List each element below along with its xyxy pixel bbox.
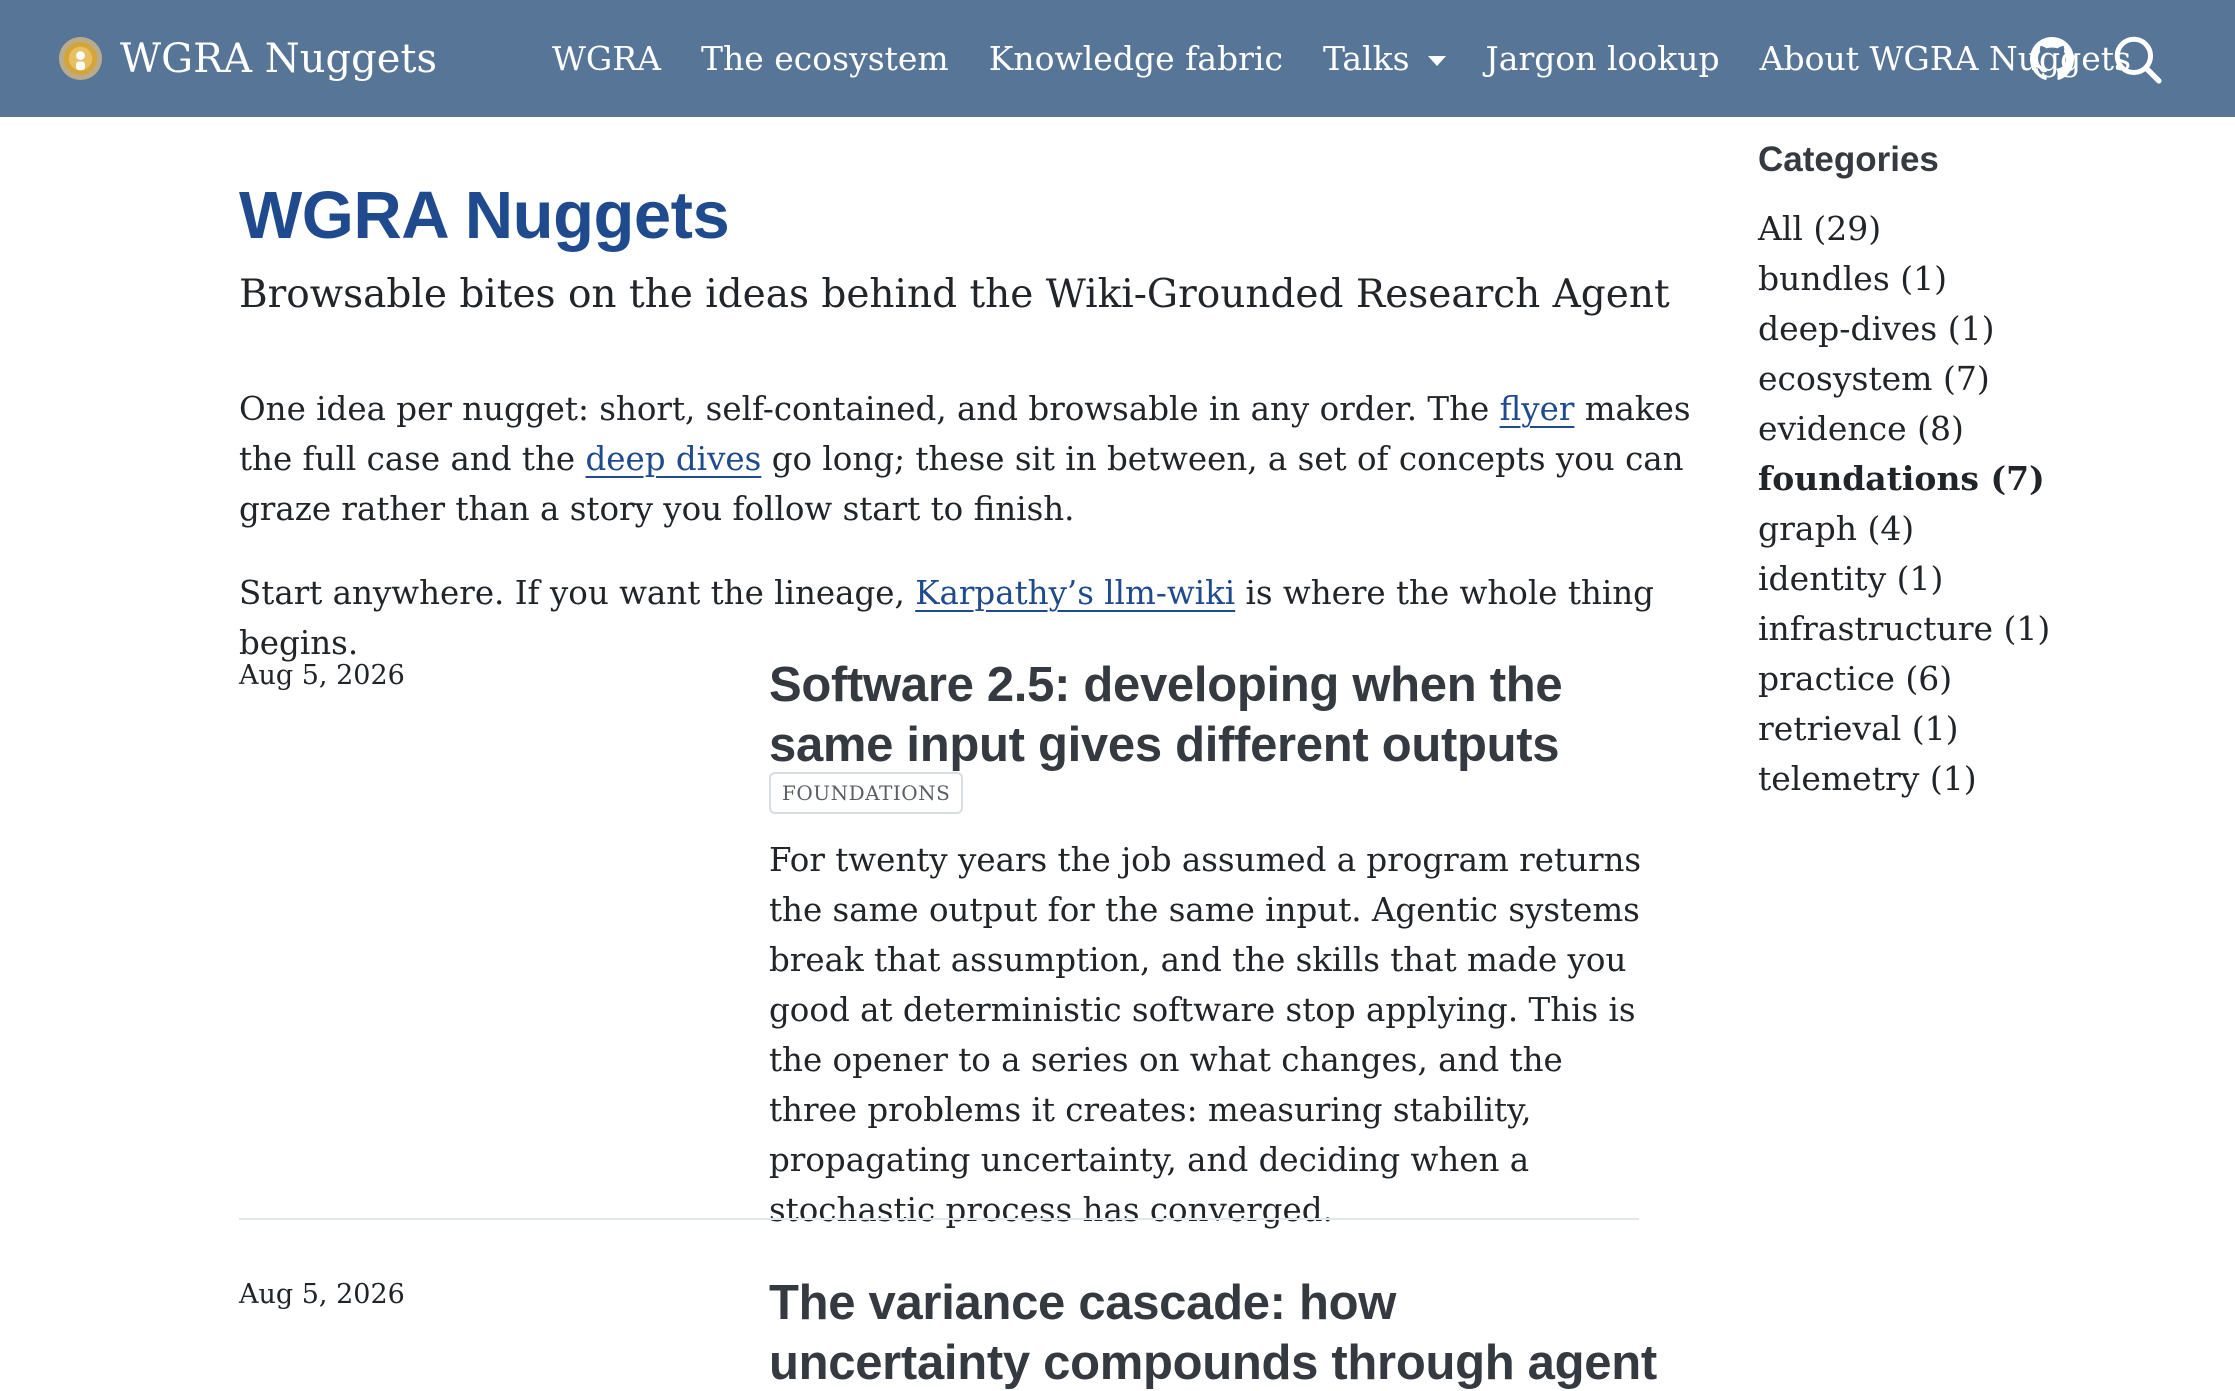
category-graph[interactable]: graph (4): [1758, 504, 2218, 554]
nav-item-jargon-lookup[interactable]: Jargon lookup: [1486, 39, 1720, 78]
page-title: WGRA Nuggets: [239, 178, 730, 253]
category-all[interactable]: All (29): [1758, 204, 2218, 254]
category-foundations[interactable]: foundations (7): [1758, 454, 2218, 504]
nav-item-knowledge-fabric[interactable]: Knowledge fabric: [989, 39, 1283, 78]
nav-item-wgra[interactable]: WGRA: [552, 39, 661, 78]
post-date: Aug 5, 2026: [239, 1279, 405, 1310]
categories-sidebar: Categories All (29) bundles (1) deep-div…: [1758, 140, 2218, 804]
post-summary: For twenty years the job assumed a progr…: [769, 841, 1642, 1229]
post-divider: [239, 1218, 1639, 1220]
wgra-logo-icon: [58, 36, 103, 81]
category-retrieval[interactable]: retrieval (1): [1758, 704, 2218, 754]
category-bundles[interactable]: bundles (1): [1758, 254, 2218, 304]
nav-item-ecosystem[interactable]: The ecosystem: [701, 39, 949, 78]
intro-text-span: Start anywhere. If you want the lineage,: [239, 574, 916, 612]
main-nav: WGRA The ecosystem Knowledge fabric Talk…: [552, 0, 2171, 117]
search-button[interactable]: [2112, 0, 2162, 117]
category-telemetry[interactable]: telemetry (1): [1758, 754, 2218, 804]
deep-dives-link[interactable]: deep dives: [585, 440, 761, 478]
github-icon: [2030, 36, 2074, 80]
category-deep-dives[interactable]: deep-dives (1): [1758, 304, 2218, 354]
category-infrastructure[interactable]: infrastructure (1): [1758, 604, 2218, 654]
post-title-link[interactable]: The variance cascade: how uncertainty co…: [769, 1273, 1669, 1391]
post-date: Aug 5, 2026: [239, 660, 405, 691]
search-icon: [2114, 36, 2162, 84]
nav-item-talks-dropdown[interactable]: Talks: [1323, 39, 1446, 78]
chevron-down-icon: [1427, 55, 1446, 66]
category-tag[interactable]: FOUNDATIONS: [769, 772, 964, 814]
flyer-link[interactable]: flyer: [1500, 390, 1575, 428]
brand-title: WGRA Nuggets: [120, 35, 438, 82]
category-evidence[interactable]: evidence (8): [1758, 404, 2218, 454]
karpathy-llm-wiki-link[interactable]: Karpathy’s llm-wiki: [915, 574, 1235, 612]
category-practice[interactable]: practice (6): [1758, 654, 2218, 704]
intro-paragraph-2: Start anywhere. If you want the lineage,…: [239, 568, 1709, 668]
top-navbar: WGRA Nuggets WGRA The ecosystem Knowledg…: [0, 0, 2235, 117]
nav-item-about[interactable]: About WGRA Nuggets: [1760, 39, 2131, 78]
brand-link[interactable]: WGRA Nuggets: [57, 0, 437, 117]
intro-paragraph-1: One idea per nugget: short, self-contain…: [239, 384, 1709, 534]
intro-text-span: One idea per nugget: short, self-contain…: [239, 390, 1500, 428]
category-identity[interactable]: identity (1): [1758, 554, 2218, 604]
github-link[interactable]: [2030, 0, 2074, 117]
category-ecosystem[interactable]: ecosystem (7): [1758, 354, 2218, 404]
nav-item-talks-label: Talks: [1322, 39, 1410, 78]
sidebar-title: Categories: [1758, 140, 1939, 179]
page-subtitle: Browsable bites on the ideas behind the …: [239, 272, 1670, 317]
post-title-link[interactable]: Software 2.5: developing when the same i…: [769, 655, 1669, 775]
